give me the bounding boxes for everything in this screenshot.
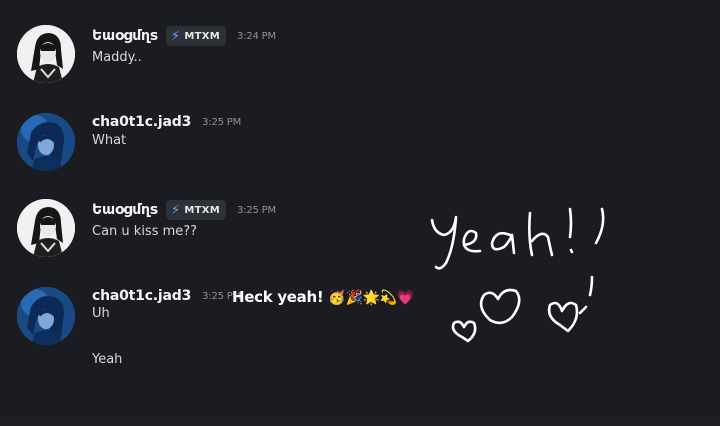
message-content: Uh	[92, 306, 110, 321]
avatar[interactable]	[17, 287, 75, 345]
handwriting-scribble	[430, 207, 605, 343]
timestamp[interactable]: 3:24 PM	[237, 31, 276, 42]
server-tag[interactable]: ⚡ MTXM	[165, 26, 227, 46]
handwriting-tick	[588, 275, 594, 297]
server-tag[interactable]: ⚡ MTXM	[165, 200, 227, 220]
handwriting-h	[528, 211, 554, 257]
caption-emoji: 🥳🎉🌟💫💗	[328, 290, 415, 306]
heart-scribble	[451, 320, 477, 343]
handwriting-tick	[578, 305, 588, 315]
caption-text: Heck yeah!	[232, 288, 324, 306]
timestamp[interactable]: 3:25 PM	[237, 205, 276, 216]
handwriting-a	[490, 231, 516, 255]
avatar[interactable]	[17, 199, 75, 257]
message-content: Can u kiss me??	[92, 224, 198, 239]
message-content-followup: Yeah	[92, 352, 123, 367]
message-content: Maddy..	[92, 50, 142, 65]
message-content: What	[92, 133, 127, 148]
username[interactable]: Եաօցմղs	[92, 202, 158, 218]
bottom-bar	[0, 416, 720, 426]
username[interactable]: cha0t1c.jad3	[92, 288, 191, 304]
heart-scribble	[479, 288, 521, 325]
handwriting-exclaim	[568, 207, 574, 254]
handwriting-e	[462, 229, 482, 253]
username[interactable]: Եաօցմղs	[92, 28, 158, 44]
avatar[interactable]	[17, 113, 75, 171]
server-tag-label: MTXM	[184, 204, 221, 216]
bolt-icon: ⚡	[170, 28, 181, 44]
handwriting-y	[430, 215, 458, 270]
handwriting-hook	[594, 207, 605, 245]
avatar[interactable]	[17, 25, 75, 83]
overlay-caption: Heck yeah! 🥳🎉🌟💫💗	[232, 288, 414, 306]
timestamp[interactable]: 3:25 PM	[202, 117, 241, 128]
server-tag-label: MTXM	[184, 30, 221, 42]
username[interactable]: cha0t1c.jad3	[92, 114, 191, 130]
bolt-icon: ⚡	[170, 202, 181, 218]
heart-scribble	[547, 301, 579, 333]
